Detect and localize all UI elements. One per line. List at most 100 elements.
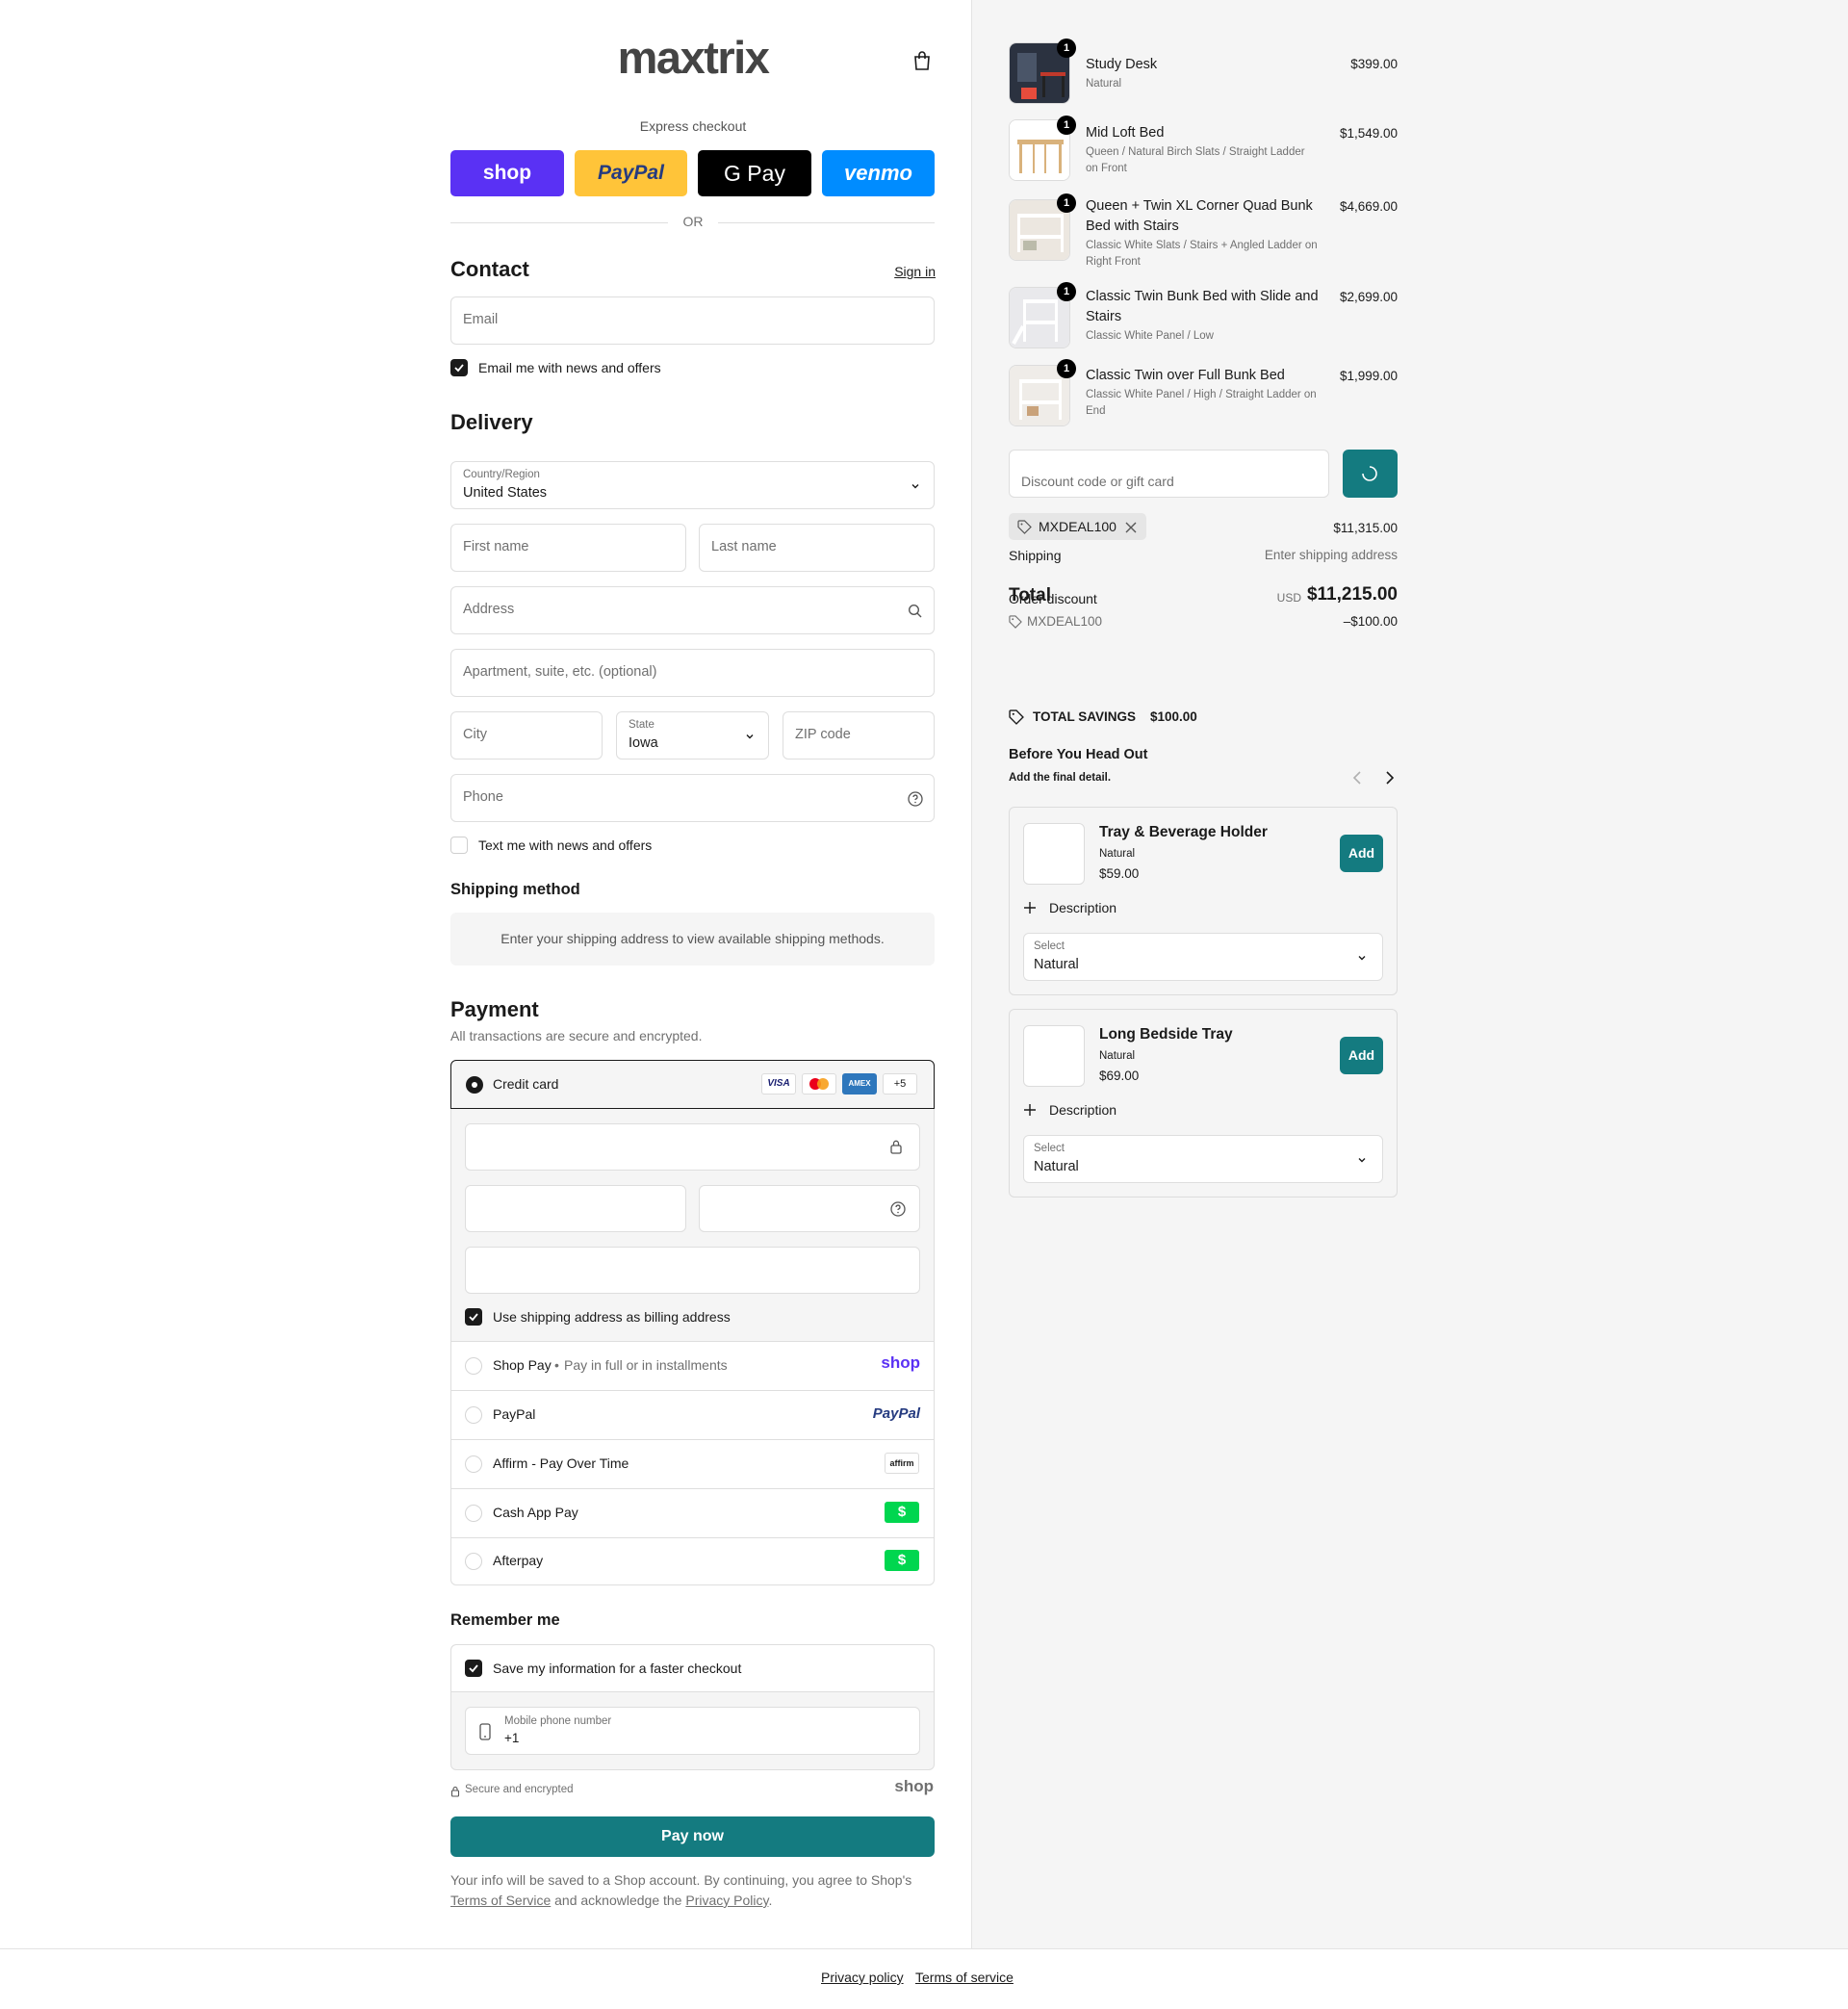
description-toggle[interactable]: Description [1049,900,1116,915]
save-info-checkbox[interactable] [465,1660,482,1677]
item-price: $2,699.00 [1339,290,1398,304]
help-icon[interactable] [907,790,924,812]
payment-title: Payment [450,997,539,1021]
apartment-placeholder: Apartment, suite, etc. (optional) [463,664,657,680]
legal-period: . [768,1893,773,1908]
sign-in-link[interactable]: Sign in [876,264,936,279]
variant-select[interactable]: Select Natural [1023,933,1383,981]
cash-app-label: Cash App Pay [493,1505,578,1520]
afterpay-label: Afterpay [493,1553,544,1568]
plus-icon[interactable] [1023,1103,1037,1121]
discount-code-field[interactable]: Discount code or gift card [1009,450,1329,498]
discount-amount: –$100.00 [1343,614,1398,629]
tag-icon [1009,709,1024,730]
select-value: Natural [1034,1159,1079,1174]
store-logo[interactable]: maxtrix [597,33,789,83]
phone-field[interactable]: Phone [450,774,935,822]
country-select[interactable]: Country/Region United States [450,461,935,509]
chevron-left-icon[interactable] [1351,770,1365,790]
apply-discount-button[interactable] [1343,450,1398,498]
payment-option-paypal[interactable]: PayPal PayPal [451,1391,934,1439]
mobile-phone-field[interactable]: Mobile phone number +1 [465,1707,920,1755]
remove-discount-icon[interactable] [1125,521,1137,538]
country-label: Country/Region [463,469,540,480]
upsell-card: Long Bedside Tray Natural $69.00 Add Des… [1009,1009,1398,1198]
state-label: State [629,719,654,731]
plus-icon[interactable] [1023,901,1037,919]
description-toggle[interactable]: Description [1049,1102,1116,1118]
address-field[interactable]: Address [450,586,935,634]
cash-app-radio[interactable] [465,1505,482,1522]
lock-icon [450,1785,460,1802]
upsell-card: Tray & Beverage Holder Natural $59.00 Ad… [1009,807,1398,995]
shipping-label: Shipping [1009,548,1062,563]
variant-select[interactable]: Select Natural [1023,1135,1383,1183]
affirm-logo: affirm [885,1453,919,1474]
google-pay-button[interactable]: G Pay [698,150,811,196]
upsell-item-price: $59.00 [1099,866,1140,881]
text-news-checkbox[interactable] [450,837,468,854]
state-select[interactable]: State Iowa [616,711,769,760]
remember-me-title: Remember me [450,1611,560,1629]
terms-of-service-link[interactable]: Terms of Service [450,1893,551,1908]
payment-option-cash-app[interactable]: Cash App Pay $ [451,1489,934,1537]
email-news-checkbox[interactable] [450,359,468,376]
shipping-value: Enter shipping address [1264,548,1398,562]
legal-line: Your info will be saved to a Shop accoun… [450,1872,912,1888]
paypal-logo: PayPal [872,1405,920,1422]
express-checkout-title: Express checkout [639,118,747,134]
address-placeholder: Address [463,602,515,617]
shipping-method-notice: Enter your shipping address to view avai… [450,913,935,966]
footer-privacy-link[interactable]: Privacy policy [821,1970,904,1985]
billing-address-checkbox[interactable] [465,1308,482,1326]
credit-card-option[interactable]: Credit card VISA AMEX +5 [450,1060,935,1109]
legal-text: Your info will be saved to a Shop accoun… [450,1870,935,1911]
separator-dot: • [554,1357,559,1373]
security-code-field[interactable] [699,1185,920,1232]
email-field[interactable]: Email [450,296,935,345]
shop-pay-label: Shop Pay [493,1357,552,1373]
chevron-down-icon [1356,1153,1368,1171]
state-value: Iowa [629,735,658,751]
pay-now-button[interactable]: Pay now [450,1816,935,1857]
venmo-button[interactable]: venmo [822,150,935,196]
visa-icon: VISA [761,1073,796,1095]
upsell-item-variant: Natural [1099,848,1136,860]
zip-field[interactable]: ZIP code [783,711,935,760]
first-name-field[interactable]: First name [450,524,686,572]
payment-option-affirm[interactable]: Affirm - Pay Over Time affirm [451,1440,934,1488]
shop-pay-radio[interactable] [465,1357,482,1375]
add-button[interactable]: Add [1340,835,1383,872]
expiry-field[interactable] [465,1185,686,1232]
search-icon [908,604,923,624]
afterpay-radio[interactable] [465,1553,482,1570]
affirm-radio[interactable] [465,1455,482,1473]
city-field[interactable]: City [450,711,603,760]
apartment-field[interactable]: Apartment, suite, etc. (optional) [450,649,935,697]
upsell-item-name: Long Bedside Tray [1099,1026,1233,1043]
tag-icon [1017,520,1032,539]
shop-pay-button[interactable]: shop [450,150,564,196]
name-on-card-field[interactable] [465,1247,920,1294]
payment-option-shop-pay[interactable]: Shop Pay • Pay in full or in installment… [451,1342,934,1390]
payment-option-afterpay[interactable]: Afterpay $ [451,1538,934,1584]
shopping-bag-icon[interactable] [912,50,932,71]
upsell-title: Before You Head Out [1009,747,1148,762]
mobile-phone-value: +1 [504,1731,520,1745]
spinner-icon [1362,466,1377,481]
add-button[interactable]: Add [1340,1037,1383,1074]
card-number-field[interactable] [465,1123,920,1171]
afterpay-logo: $ [885,1550,919,1571]
paypal-radio[interactable] [465,1406,482,1424]
chevron-right-icon[interactable] [1382,770,1396,790]
last-name-field[interactable]: Last name [699,524,935,572]
total-savings-label: TOTAL SAVINGS [1033,709,1137,724]
paypal-button[interactable]: PayPal [575,150,687,196]
upsell-item-price: $69.00 [1099,1069,1140,1083]
credit-card-radio[interactable] [466,1076,483,1094]
help-icon[interactable] [889,1200,907,1223]
footer-terms-link[interactable]: Terms of service [915,1970,1014,1985]
privacy-policy-link[interactable]: Privacy Policy [685,1893,768,1908]
discount-code-text: MXDEAL100 [1039,519,1116,534]
delivery-title: Delivery [450,410,533,434]
